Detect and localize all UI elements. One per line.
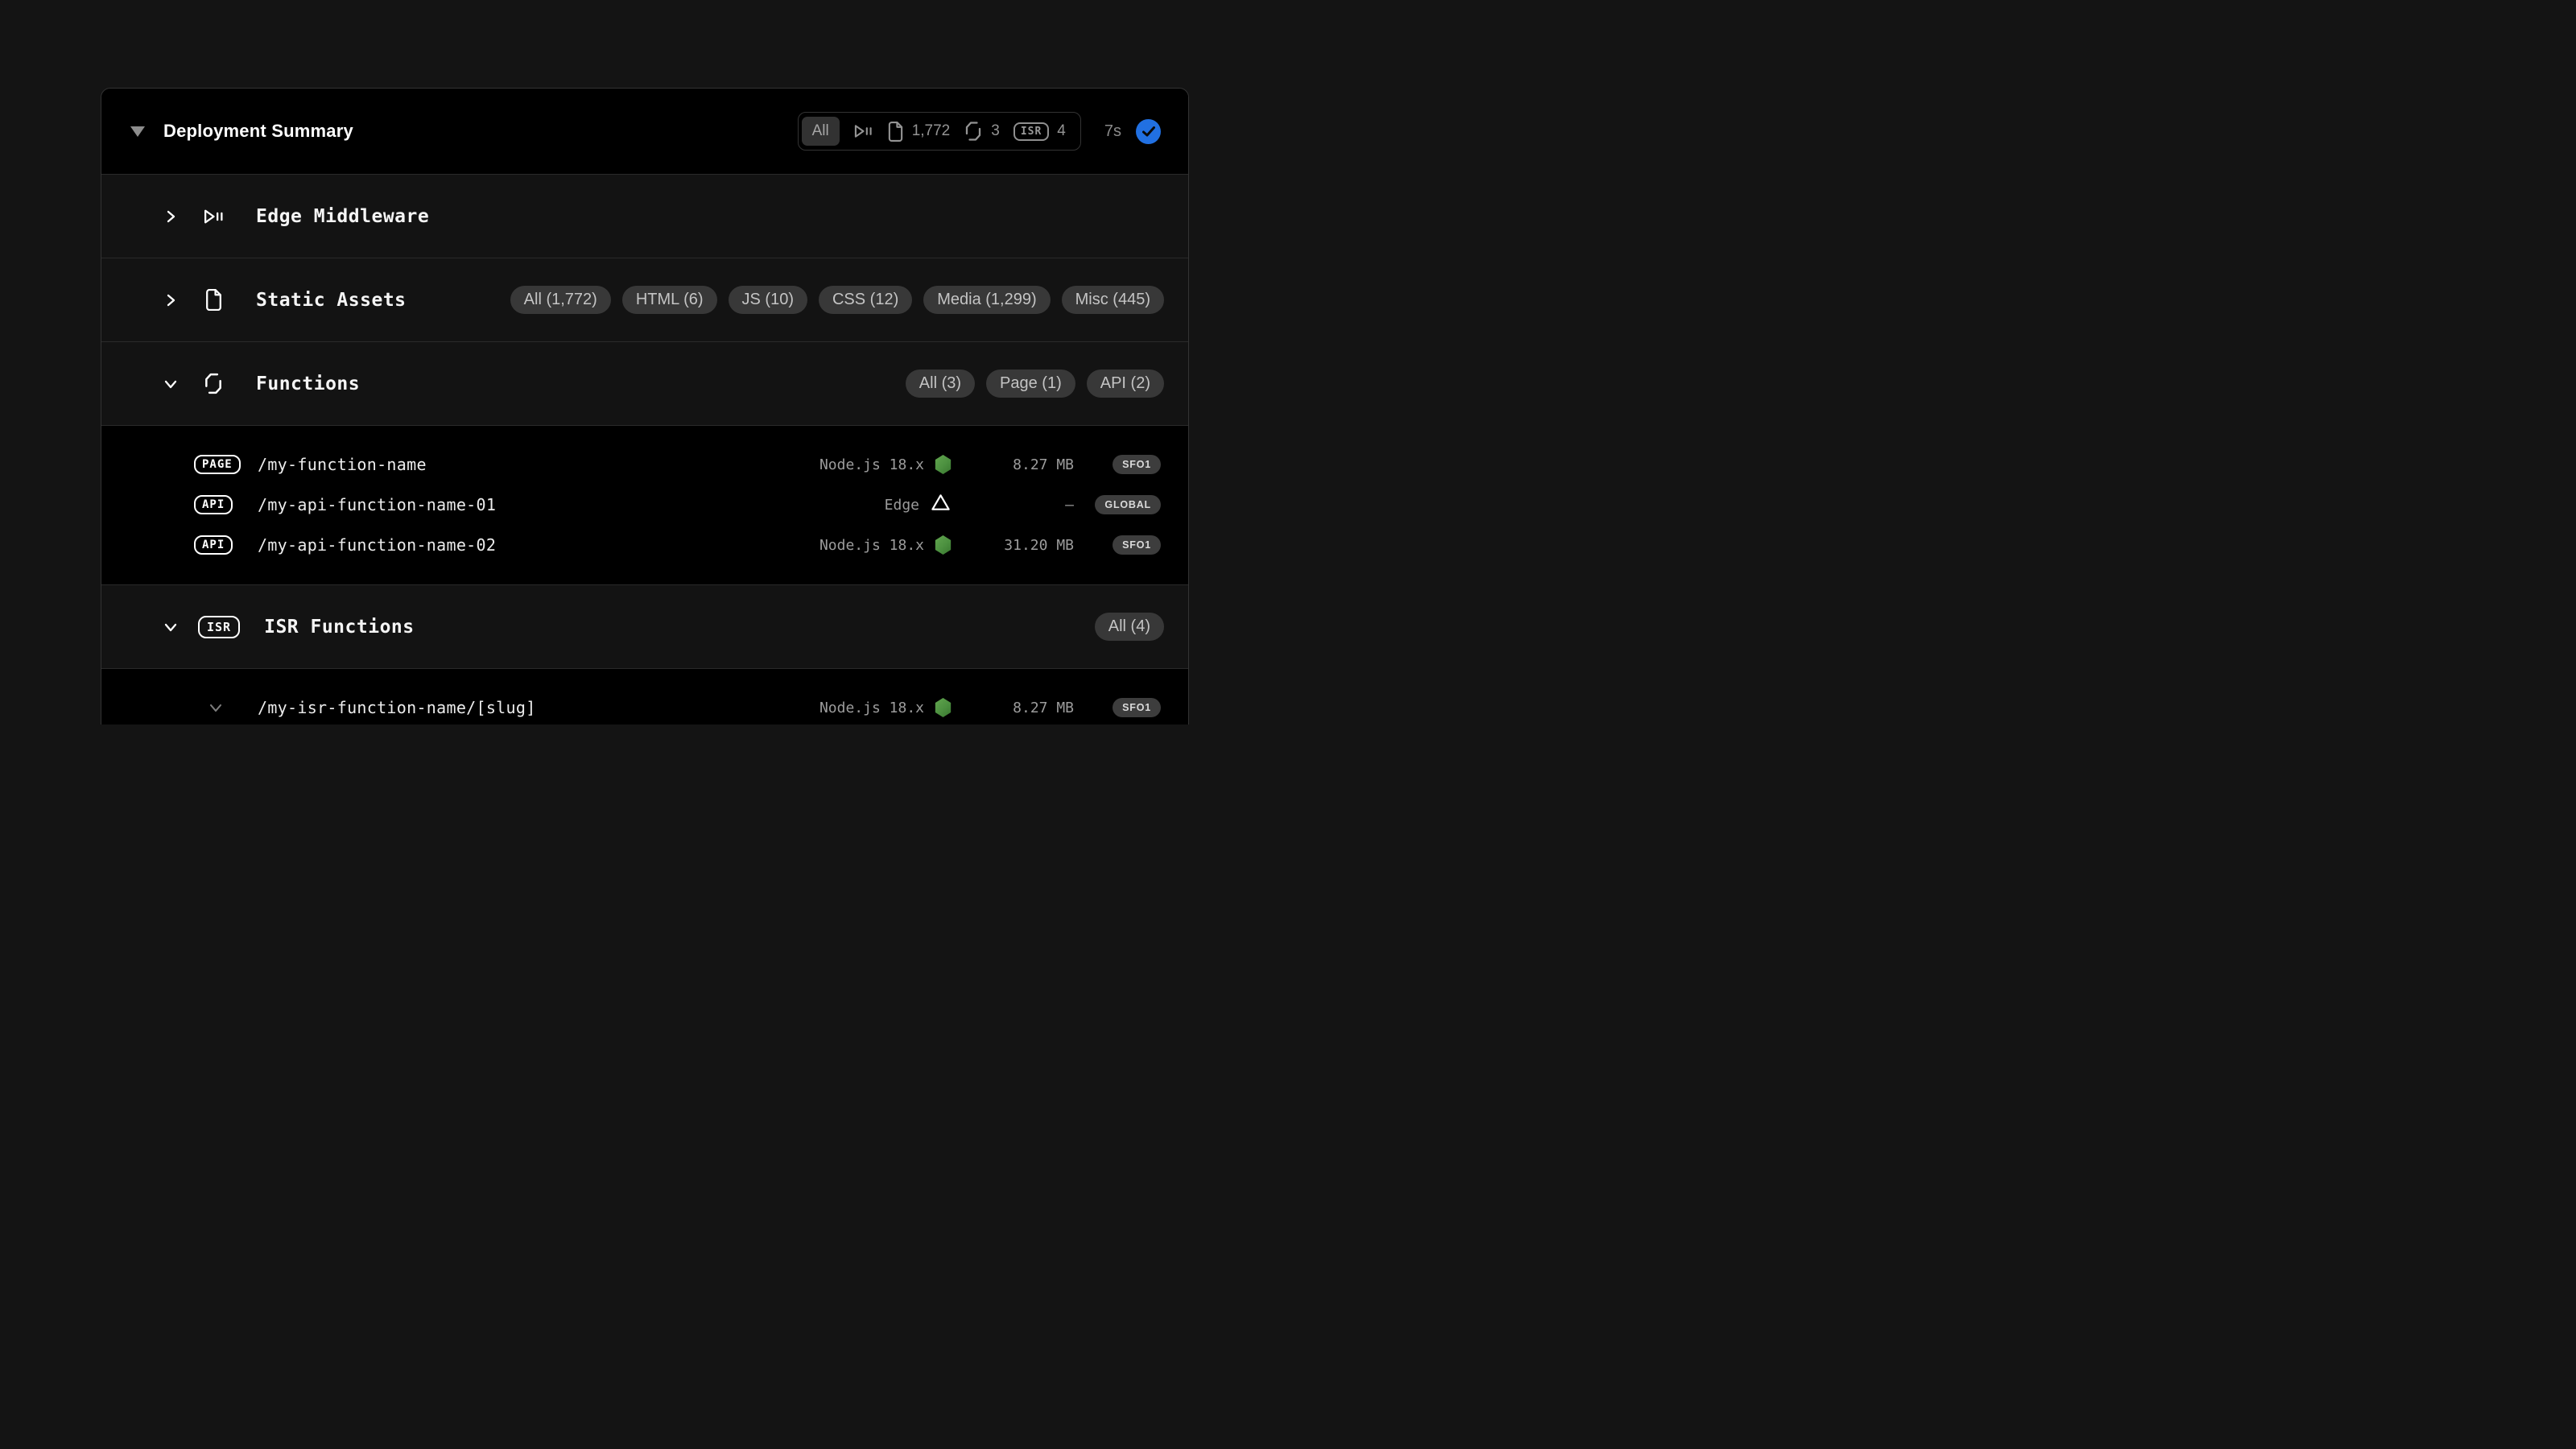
- function-size: 8.27 MB: [952, 456, 1074, 473]
- collapse-triangle-icon[interactable]: [130, 126, 145, 137]
- function-row[interactable]: API /my-api-function-name-01 Edge — GLOB…: [101, 485, 1161, 525]
- chevron-down-icon[interactable]: [163, 620, 179, 634]
- header-right: All: [798, 112, 1161, 151]
- function-size: —: [952, 497, 1074, 514]
- function-hexagon-icon: [964, 121, 983, 142]
- functions-count: 3: [991, 122, 1000, 140]
- function-size: 8.27 MB: [952, 700, 1074, 716]
- function-type-badge: API: [194, 535, 233, 555]
- filter-pill[interactable]: Media (1,299): [923, 286, 1050, 314]
- function-size: 31.20 MB: [952, 537, 1074, 554]
- region-badge: SFO1: [1113, 535, 1161, 555]
- filter-pill[interactable]: HTML (6): [622, 286, 717, 314]
- panel-header: Deployment Summary All: [101, 89, 1188, 174]
- filter-pill[interactable]: All (4): [1095, 613, 1164, 641]
- node-hexagon-icon: [935, 698, 952, 717]
- runtime-label: Edge: [885, 497, 919, 514]
- function-path: /my-function-name: [258, 455, 427, 474]
- section-static-assets[interactable]: Static Assets All (1,772) HTML (6) JS (1…: [101, 258, 1188, 341]
- summary-segmented-control: All: [798, 112, 1081, 151]
- success-check-icon: [1136, 119, 1161, 144]
- chevron-right-icon[interactable]: [163, 209, 179, 224]
- region-badge: SFO1: [1113, 455, 1161, 474]
- section-title: Functions: [256, 374, 360, 394]
- isr-outline-badge: ISR: [198, 616, 240, 638]
- section-title: Static Assets: [256, 290, 407, 311]
- file-icon: [887, 122, 904, 142]
- isr-function-row[interactable]: /my-isr-function-name/[slug] Node.js 18.…: [101, 687, 1161, 724]
- chevron-right-icon[interactable]: [163, 293, 179, 308]
- filter-all-segment[interactable]: All: [802, 117, 840, 146]
- filter-pill[interactable]: JS (10): [729, 286, 807, 314]
- function-path: /my-api-function-name-02: [258, 535, 496, 555]
- runtime-cell: Node.js 18.x: [746, 455, 952, 474]
- panel-title: Deployment Summary: [163, 121, 353, 142]
- play-pause-icon: [201, 207, 225, 226]
- isr-segment[interactable]: ISR 4: [1013, 122, 1066, 141]
- section-edge-middleware[interactable]: Edge Middleware: [101, 174, 1188, 258]
- runtime-label: Node.js 18.x: [819, 700, 924, 716]
- play-pause-icon: [853, 122, 873, 140]
- file-icon: [201, 289, 225, 311]
- functions-detail: PAGE /my-function-name Node.js 18.x 8.27…: [101, 425, 1188, 584]
- chevron-down-icon[interactable]: [208, 700, 224, 715]
- function-type-badge: PAGE: [194, 455, 241, 474]
- deployment-summary-panel: Deployment Summary All: [101, 88, 1189, 724]
- isr-outline-badge: ISR: [1013, 122, 1049, 141]
- runtime-cell: Node.js 18.x: [746, 535, 952, 555]
- function-hexagon-icon: [201, 372, 225, 395]
- filter-pill[interactable]: Page (1): [986, 369, 1075, 398]
- section-title: ISR Functions: [264, 617, 415, 638]
- filter-pill[interactable]: API (2): [1087, 369, 1164, 398]
- middleware-segment[interactable]: [853, 122, 873, 140]
- function-type-badge: API: [194, 495, 233, 514]
- runtime-cell: Node.js 18.x: [746, 698, 952, 717]
- edge-triangle-icon: [930, 493, 952, 517]
- region-badge: SFO1: [1113, 698, 1161, 717]
- function-path: /my-isr-function-name/[slug]: [258, 698, 536, 717]
- filter-pill[interactable]: All (3): [906, 369, 975, 398]
- build-duration: 7s: [1104, 122, 1121, 141]
- isr-count: 4: [1057, 122, 1066, 140]
- filter-pill[interactable]: All (1,772): [510, 286, 611, 314]
- deployment-summary-page: Deployment Summary All: [0, 0, 1288, 724]
- functions-segment[interactable]: 3: [964, 121, 1000, 142]
- node-hexagon-icon: [935, 455, 952, 474]
- static-assets-count: 1,772: [912, 122, 951, 140]
- section-title: Edge Middleware: [256, 206, 429, 227]
- isr-detail: /my-isr-function-name/[slug] Node.js 18.…: [101, 668, 1188, 724]
- section-isr-functions[interactable]: ISR ISR Functions All (4): [101, 584, 1188, 668]
- section-functions[interactable]: Functions All (3) Page (1) API (2): [101, 341, 1188, 425]
- function-row[interactable]: API /my-api-function-name-02 Node.js 18.…: [101, 525, 1161, 565]
- filter-badges: All (1,772) HTML (6) JS (10) CSS (12) Me…: [510, 286, 1164, 314]
- runtime-label: Node.js 18.x: [819, 456, 924, 473]
- node-hexagon-icon: [935, 535, 952, 555]
- runtime-cell: Edge: [746, 493, 952, 517]
- filter-pill[interactable]: Misc (445): [1062, 286, 1164, 314]
- region-badge: GLOBAL: [1095, 495, 1161, 514]
- filter-badges: All (3) Page (1) API (2): [906, 369, 1164, 398]
- filter-badges: All (4): [1095, 613, 1164, 641]
- function-path: /my-api-function-name-01: [258, 495, 496, 514]
- runtime-label: Node.js 18.x: [819, 537, 924, 554]
- chevron-down-icon[interactable]: [163, 377, 179, 391]
- static-assets-segment[interactable]: 1,772: [887, 122, 951, 142]
- function-row[interactable]: PAGE /my-function-name Node.js 18.x 8.27…: [101, 444, 1161, 485]
- filter-pill[interactable]: CSS (12): [819, 286, 912, 314]
